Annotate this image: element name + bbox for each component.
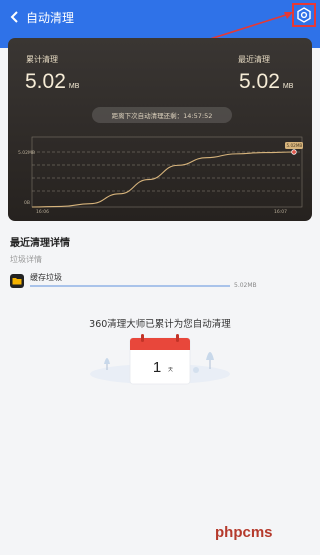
page-title: 自动清理	[26, 10, 75, 25]
cleanup-chart: 5.02MB 0B 16:06 16:07 5.02MB	[18, 136, 303, 215]
y-tick-label: 0B	[24, 200, 30, 206]
y-tick-label: 5.02MB	[18, 150, 35, 156]
watermark-text: phpcms	[215, 524, 273, 541]
recent-clean-label: 最近清理	[238, 55, 270, 64]
tree-icon	[206, 352, 214, 360]
calendar-ring	[176, 334, 179, 342]
recent-clean-number: 5.02	[239, 70, 280, 93]
end-point-label: 5.02MB	[287, 143, 303, 148]
bush-icon	[193, 367, 199, 373]
chevron-left-icon	[10, 11, 18, 23]
x-tick-label: 16:07	[274, 209, 287, 215]
tree-trunk	[209, 360, 211, 369]
end-point-dot	[291, 149, 297, 155]
x-tick-label: 16:06	[36, 209, 49, 215]
total-clean-number: 5.02	[25, 70, 66, 93]
total-clean-label: 累计清理	[26, 55, 58, 64]
days-count: 1	[153, 359, 161, 376]
days-unit: 天	[168, 367, 173, 373]
calendar-illustration: 1 天	[90, 334, 230, 385]
auto-clean-message: 360清理大师已累计为您自动清理	[89, 319, 231, 330]
chart-plot-area	[31, 136, 303, 208]
total-clean-value: 5.02 MB	[25, 70, 79, 94]
list-item-size: 5.02MB	[234, 282, 257, 289]
back-button[interactable]	[4, 0, 26, 34]
calendar-ring	[141, 334, 144, 342]
tree-icon	[104, 358, 110, 364]
calendar-header-base	[130, 345, 190, 350]
folder-icon	[10, 274, 24, 288]
item-progress-track	[30, 285, 230, 287]
item-progress-fill	[30, 285, 230, 287]
calendar-icon: 1 天	[129, 334, 191, 385]
list-item-name: 缓存垃圾	[30, 273, 62, 282]
recent-clean-unit: MB	[282, 83, 294, 90]
tree-trunk	[106, 364, 108, 370]
total-clean-unit: MB	[68, 83, 80, 90]
folder-glyph	[12, 278, 22, 285]
details-sub-label: 垃圾详情	[10, 255, 42, 264]
recent-clean-value: 5.02 MB	[239, 70, 293, 94]
summary-card: 累计清理 5.02 MB 最近清理 5.02 MB 距离下次自动清理还剩：14:57…	[8, 38, 312, 221]
details-title: 最近清理详情	[10, 238, 70, 249]
series-line	[31, 151, 295, 208]
countdown-pill: 距离下次自动清理还剩：14:57:52	[92, 107, 232, 123]
